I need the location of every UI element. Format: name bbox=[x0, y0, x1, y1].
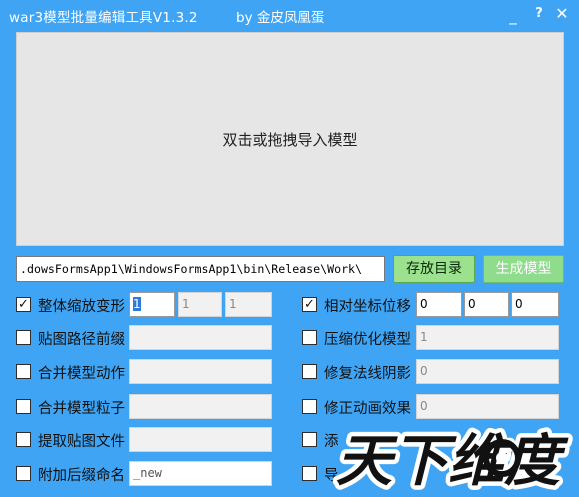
merge-animations-checkbox[interactable] bbox=[16, 364, 31, 379]
merge-particles-input[interactable] bbox=[129, 394, 272, 419]
option-row-scale: ✓ 整体缩放变形 1 1 1 bbox=[16, 292, 276, 318]
fix-animation-label: 修正动画效果 bbox=[324, 401, 411, 417]
option-row-offset: ✓ 相对坐标位移 0 0 0 bbox=[302, 292, 564, 318]
option-row-normals: 修复法线阴影 0 bbox=[302, 359, 564, 385]
merge-particles-checkbox[interactable] bbox=[16, 399, 31, 414]
app-author: by 金皮凤凰蛋 bbox=[236, 10, 325, 26]
close-button[interactable]: ✕ bbox=[552, 4, 572, 24]
normals-checkbox[interactable] bbox=[302, 364, 317, 379]
option-row-merge-animations: 合并模型动作 bbox=[16, 359, 276, 385]
scale-z-input[interactable]: 1 bbox=[225, 292, 272, 317]
suffix-label: 附加后缀命名 bbox=[38, 468, 125, 484]
compress-checkbox[interactable] bbox=[302, 330, 317, 345]
scale-label: 整体缩放变形 bbox=[38, 299, 125, 315]
compress-label: 压缩优化模型 bbox=[324, 332, 411, 348]
normals-input[interactable]: 0 bbox=[416, 359, 559, 384]
option-row-add: 添 bbox=[302, 427, 564, 453]
export-checkbox[interactable] bbox=[302, 466, 317, 481]
merge-animations-label: 合并模型动作 bbox=[38, 366, 125, 382]
offset-x-input[interactable]: 0 bbox=[416, 292, 462, 317]
extract-textures-input[interactable] bbox=[129, 427, 272, 452]
scale-y-input[interactable]: 1 bbox=[178, 292, 222, 317]
model-drop-zone[interactable]: 双击或拖拽导入模型 bbox=[16, 32, 564, 246]
app-title: war3模型批量编辑工具V1.3.2 bbox=[9, 10, 198, 26]
offset-y-input[interactable]: 0 bbox=[464, 292, 509, 317]
compress-input[interactable]: 1 bbox=[416, 325, 559, 350]
merge-particles-label: 合并模型粒子 bbox=[38, 401, 125, 417]
offset-label: 相对坐标位移 bbox=[324, 299, 411, 315]
texture-prefix-label: 贴图路径前缀 bbox=[38, 332, 125, 348]
offset-z-input[interactable]: 0 bbox=[511, 292, 559, 317]
normals-label: 修复法线阴影 bbox=[324, 366, 411, 382]
texture-prefix-input[interactable] bbox=[129, 325, 272, 350]
option-row-suffix: 附加后缀命名 _new bbox=[16, 461, 276, 487]
option-row-compress: 压缩优化模型 1 bbox=[302, 325, 564, 351]
drop-zone-hint: 双击或拖拽导入模型 bbox=[222, 130, 358, 149]
option-row-fix-animation: 修正动画效果 0 bbox=[302, 394, 564, 420]
title-bar: war3模型批量编辑工具V1.3.2 by 金皮凤凰蛋 _ ? ✕ bbox=[0, 0, 579, 30]
generate-model-button[interactable]: 生成模型 bbox=[483, 255, 564, 283]
fix-animation-input[interactable]: 0 bbox=[416, 394, 559, 419]
add-label: 添 bbox=[324, 434, 339, 450]
scale-x-input[interactable]: 1 bbox=[129, 292, 175, 317]
option-row-export: 导 bbox=[302, 461, 564, 487]
extract-textures-checkbox[interactable] bbox=[16, 432, 31, 447]
save-directory-button[interactable]: 存放目录 bbox=[393, 255, 475, 283]
export-label: 导 bbox=[324, 468, 339, 484]
fix-animation-checkbox[interactable] bbox=[302, 399, 317, 414]
suffix-input[interactable]: _new bbox=[129, 461, 272, 486]
texture-prefix-checkbox[interactable] bbox=[16, 330, 31, 345]
offset-checkbox[interactable]: ✓ bbox=[302, 297, 317, 312]
extract-textures-label: 提取贴图文件 bbox=[38, 434, 125, 450]
merge-animations-input[interactable] bbox=[129, 359, 272, 384]
add-checkbox[interactable] bbox=[302, 432, 317, 447]
option-row-merge-particles: 合并模型粒子 bbox=[16, 394, 276, 420]
option-row-extract-textures: 提取贴图文件 bbox=[16, 427, 276, 453]
scale-checkbox[interactable]: ✓ bbox=[16, 297, 31, 312]
output-path-field[interactable]: .dowsFormsApp1\WindowsFormsApp1\bin\Rele… bbox=[16, 256, 385, 282]
minimize-button[interactable]: _ bbox=[503, 4, 523, 25]
suffix-checkbox[interactable] bbox=[16, 466, 31, 481]
option-row-texture-prefix: 贴图路径前缀 bbox=[16, 325, 276, 351]
help-button[interactable]: ? bbox=[529, 4, 549, 24]
